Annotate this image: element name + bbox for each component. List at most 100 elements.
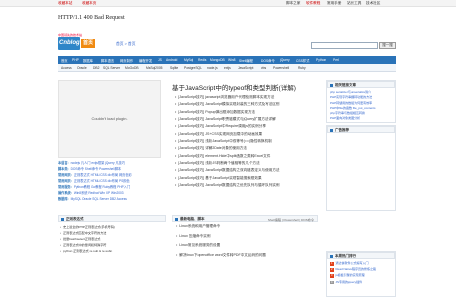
subnav-item-sqlite[interactable]: Sqlite bbox=[170, 66, 178, 70]
search-button[interactable]: 搜一搜 bbox=[379, 42, 396, 49]
nav-item-perl[interactable]: Perl bbox=[333, 58, 339, 62]
nav-item-web[interactable]: 网页制作 bbox=[120, 58, 133, 63]
rank-link[interactable]: 通达信软件公式编写入门 bbox=[336, 261, 369, 265]
panel-title: 相关链接文章 bbox=[335, 83, 356, 87]
sub-nav: Access Oracle DB2 SQL Server MoGoDB MsSq… bbox=[58, 64, 396, 72]
panel-header: 本周热门排行 bbox=[327, 252, 395, 259]
rank-number: 1 bbox=[330, 262, 334, 266]
nav-item-js[interactable]: JS bbox=[158, 58, 162, 62]
bookmark-site-link[interactable]: 收藏本站 bbox=[58, 1, 72, 6]
subnav-item-ruby[interactable]: Ruby bbox=[298, 66, 306, 70]
subnav-item-access[interactable]: Access bbox=[61, 66, 72, 70]
site-logo[interactable]: 中国领先的技术站 Cnblogs 首页 bbox=[58, 33, 100, 50]
subnav-item-vbs[interactable]: vbs bbox=[261, 66, 266, 70]
rank-link[interactable]: js模板引擎的实现原理 bbox=[336, 273, 365, 277]
subnav-item-sqlserver[interactable]: SQL Server bbox=[103, 66, 120, 70]
nav-item-dos[interactable]: DOS命令 bbox=[261, 58, 275, 63]
nav-item-win8[interactable]: Win8 bbox=[228, 58, 236, 62]
regex-list: 史上最全的PHP正则表达式(手机号码) 正则表达式匹配中文字符的方法 批量bat… bbox=[60, 224, 115, 254]
subnav-item-nodejs[interactable]: node.js bbox=[207, 66, 218, 70]
panel-more-links[interactable]: Shell编程 | Powershell | DOS命令 bbox=[268, 217, 314, 222]
nav-item-home[interactable]: 首页 bbox=[61, 58, 68, 63]
subnav-item-mssql2005[interactable]: MsSql2005 bbox=[146, 66, 163, 70]
subnav-item-powershell[interactable]: Powershell bbox=[273, 66, 289, 70]
regex-link[interactable]: python 正则表达式 re.sub & re.subn bbox=[60, 248, 115, 254]
quick-link-text[interactable]: Python教程 Go教程 Ruby教程 PHP入门 bbox=[74, 185, 130, 189]
quick-link-text[interactable]: 正则表达式 HTML/CSS div布局 PS颜色 bbox=[74, 179, 130, 183]
article-link[interactable]: [JavaScript技巧] JavaScript中Require调用js的实例… bbox=[175, 124, 315, 131]
latest-link[interactable]: Linux系统和用户管理命令 bbox=[176, 224, 266, 234]
side-news-link[interactable]: PHP面向对象类图分析 bbox=[330, 116, 376, 121]
subnav-item-db2[interactable]: DB2 bbox=[93, 66, 99, 70]
panel-marker-icon bbox=[61, 217, 64, 221]
breadcrumb[interactable]: 首页 > 首页 bbox=[116, 42, 136, 47]
article-link[interactable]: [JavaScript技巧] JavaScript数据结构之双向链表定义与使用方… bbox=[175, 168, 315, 175]
nav-item-python[interactable]: Python bbox=[316, 58, 326, 62]
rank-link[interactable]: JS专用的jquery插件 bbox=[336, 280, 363, 284]
panel-title: 广告推荐 bbox=[335, 128, 349, 132]
nav-item-database[interactable]: 数据库 bbox=[83, 58, 93, 63]
topbar-link-manual[interactable]: 常用手册 bbox=[327, 1, 341, 6]
article-link[interactable]: [JavaScript技巧] JavaScript模拟实现封装的三种方式及写法区… bbox=[175, 102, 315, 109]
quick-link-row: 数据库: MySQL Oracle SQL Server DB2 Access bbox=[58, 196, 166, 202]
side-ads-panel: 广告推荐 bbox=[326, 125, 396, 211]
subnav-item-javascript[interactable]: JavaScript bbox=[238, 66, 253, 70]
subnav-item-postgresql[interactable]: PostgreSQL bbox=[184, 66, 202, 70]
topbar-link-software[interactable]: 软件教程 bbox=[306, 1, 320, 6]
quick-link-text[interactable]: nodejs 凡人门 extjs框架 jQuery 凡技巧 bbox=[71, 161, 125, 165]
subnav-item-extjs[interactable]: extjs bbox=[224, 66, 231, 70]
side-rank-panel: 本周热门排行 1 通达信软件公式编写入门 2 Read Native程序员的修炼之路… bbox=[326, 251, 396, 297]
logo-mark: Cnblogs bbox=[58, 37, 83, 50]
nav-item-css[interactable]: CSS样式 bbox=[296, 58, 309, 63]
panel-marker-icon bbox=[330, 83, 333, 87]
subnav-item-mogodb[interactable]: MoGoDB bbox=[125, 66, 139, 70]
search-input[interactable] bbox=[311, 42, 378, 49]
quick-link-text[interactable]: 正则表达式 HTML/CSS div布局 网页色彩 bbox=[74, 173, 132, 177]
article-link[interactable]: [JavaScript技巧] 详解JDate对象的使用方法 bbox=[175, 146, 315, 153]
panel-header: 广告推荐 bbox=[327, 126, 395, 133]
latest-link[interactable]: Linux 压缩命令实例 bbox=[176, 234, 266, 244]
latest-list: Linux系统和用户管理命令 Linux 压缩命令实例 Linux常见系统服务的… bbox=[176, 224, 266, 262]
nav-item-mongodb[interactable]: MongoDB bbox=[210, 58, 225, 62]
latest-link[interactable]: 解决linux下openoffice word文件转PDF中文乱码的问题 bbox=[176, 253, 266, 263]
quick-link-label: 常用网页: bbox=[58, 179, 72, 183]
bookmark-page-link[interactable]: 收藏本页 bbox=[82, 1, 96, 6]
rank-number: 2 bbox=[330, 268, 334, 272]
nav-item-redis[interactable]: Redis bbox=[198, 58, 206, 62]
rank-item[interactable]: 4 JS专用的jquery插件 bbox=[330, 280, 376, 286]
rank-number: 4 bbox=[330, 280, 334, 285]
topbar-link-tools[interactable]: 站长工具 bbox=[347, 1, 361, 6]
side-news-list: php serializer与unserialize简介 PHP实现字符串翻转功… bbox=[330, 90, 376, 122]
quick-link-label: 常用服务: bbox=[58, 185, 72, 189]
http-error-text: HTTP/1.1 400 Bad Request bbox=[58, 15, 125, 21]
nav-item-shell[interactable]: Shell编程 bbox=[239, 58, 253, 63]
article-title[interactable]: 基于JavaScript中的typeof和类型判断(详解) bbox=[172, 82, 296, 92]
quick-link-label: 操作系统: bbox=[58, 191, 72, 195]
quick-link-text[interactable]: Win8系统 Redhat Win XP Win2003 bbox=[74, 191, 124, 195]
rank-link[interactable]: Read Native程序员的修炼之路 bbox=[336, 267, 377, 271]
nav-item-mysql[interactable]: MySql bbox=[184, 58, 193, 62]
topbar-link-community[interactable]: 技术社区 bbox=[366, 1, 380, 6]
quick-link-text[interactable]: MySQL Oracle SQL Server DB2 Access bbox=[71, 197, 127, 201]
article-list: [JavaScript技巧] javascript浏览器用户代理检测脚本实现方法… bbox=[175, 95, 315, 190]
panel-marker-icon bbox=[330, 254, 333, 258]
quick-link-label: 脚本类: bbox=[58, 167, 69, 171]
article-link[interactable]: [JavaScript技巧] JS+CSS实现网页加载中的动画效果 bbox=[175, 132, 315, 139]
article-link[interactable]: [JavaScript技巧] JavaScript数据结构之优先队列与循环队列实… bbox=[175, 183, 315, 190]
nav-item-php[interactable]: PHP bbox=[72, 58, 79, 62]
nav-item-dev[interactable]: 编程开发 bbox=[139, 58, 152, 63]
article-link[interactable]: [JavaScript技巧] element.Hide中split函数之类转Ex… bbox=[175, 154, 315, 161]
logo-badge: 首页 bbox=[81, 39, 95, 48]
quick-link-text[interactable]: DOS命令 Shell命令 Powershell脚本 bbox=[71, 167, 121, 171]
side-related-panel: 相关链接文章 php serializer与unserialize简介 PHP实… bbox=[326, 80, 396, 123]
quick-links: 本语言: nodejs 凡人门 extjs框架 jQuery 凡技巧 脚本类: DO… bbox=[58, 160, 166, 202]
nav-item-script[interactable]: 脚本语言 bbox=[101, 58, 114, 63]
subnav-item-oracle[interactable]: Oracle bbox=[77, 66, 87, 70]
nav-item-android[interactable]: Android bbox=[166, 58, 177, 62]
panel-marker-icon bbox=[175, 217, 178, 221]
panel-marker-icon bbox=[330, 128, 333, 132]
nav-item-jquery[interactable]: jQuery bbox=[280, 58, 290, 62]
article-link[interactable]: [JavaScript技巧] Popup弹出框添加数据实现方法 bbox=[175, 110, 315, 117]
topbar-link-jb51[interactable]: 脚本之家 bbox=[286, 1, 300, 6]
latest-link[interactable]: Linux常见系统服务的设置 bbox=[176, 243, 266, 253]
